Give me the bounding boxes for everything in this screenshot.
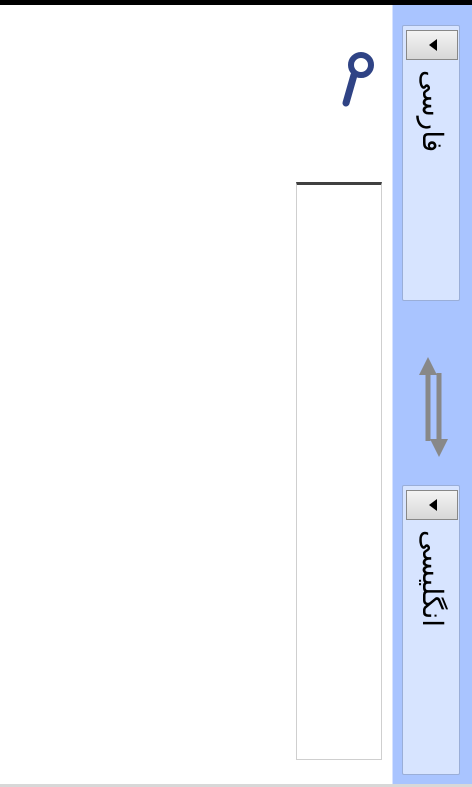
chevron-left-icon: [429, 499, 437, 511]
swap-languages-icon[interactable]: [418, 357, 448, 457]
source-language-selector[interactable]: فارسی: [402, 25, 460, 301]
target-language-label: انگلیسی: [416, 530, 449, 628]
search-icon[interactable]: [338, 48, 378, 110]
translator-screen: فارسی انگلیسی: [0, 0, 472, 787]
source-language-label: فارسی: [416, 70, 449, 153]
language-sidebar: فارسی انگلیسی: [392, 5, 472, 784]
text-input-panel[interactable]: [296, 182, 382, 760]
target-language-selector[interactable]: انگلیسی: [402, 485, 460, 775]
source-language-dropdown-button[interactable]: [406, 30, 458, 60]
chevron-left-icon: [429, 39, 437, 51]
target-language-dropdown-button[interactable]: [406, 490, 458, 520]
